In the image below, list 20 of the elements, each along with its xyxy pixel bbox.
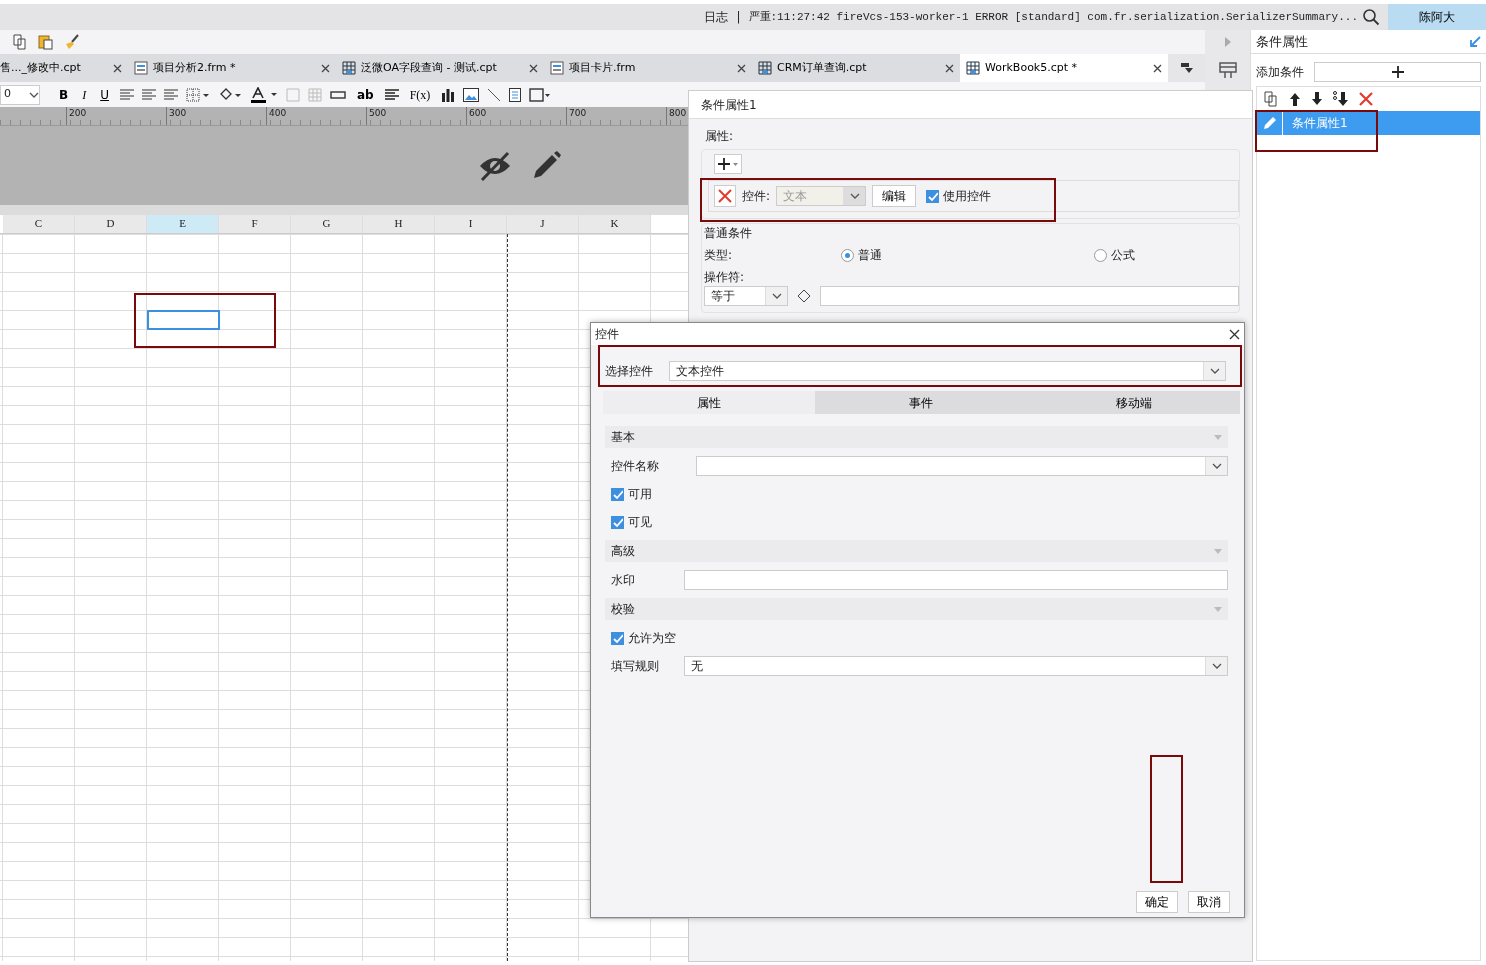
add-condition-label: 添加条件 (1256, 64, 1304, 81)
separator: | (736, 9, 741, 26)
field-label: 选择控件 (605, 363, 653, 380)
group-title: 普通条件 (704, 225, 753, 242)
radio-label: 公式 (1111, 247, 1135, 264)
field-label: 控件名称 (611, 458, 660, 475)
radio-label: 普通 (858, 247, 882, 264)
checkbox-label: 允许为空 (628, 630, 676, 647)
field-label: 填写规则 (611, 658, 660, 675)
field-label: 水印 (611, 572, 636, 589)
checkbox-label: 使用控件 (943, 188, 992, 205)
panel-title: 条件属性 (1256, 32, 1308, 51)
section-label: 属性: (705, 128, 735, 145)
checkbox-label: 可见 (628, 514, 652, 531)
field-label: 控件: (742, 188, 771, 205)
checkbox-label: 可用 (628, 486, 652, 503)
field-label: 操作符: (704, 269, 746, 286)
dialog-title: 控件 (595, 326, 619, 343)
field-label: 类型: (704, 247, 734, 264)
log-message: 严重:11:27:42 fireVcs-153-worker-1 ERROR [standard] com.fr.serialization.SerializerSummary... (748, 9, 1358, 25)
